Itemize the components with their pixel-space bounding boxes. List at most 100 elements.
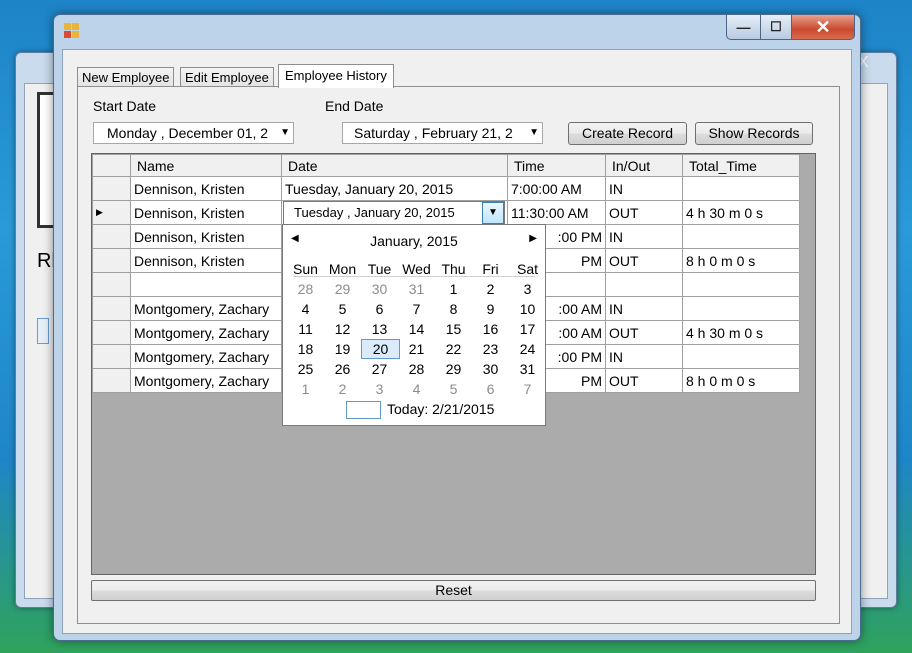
cell-name[interactable]: Dennison, Kristen	[130, 200, 282, 225]
calendar-day[interactable]: 12	[324, 319, 361, 339]
today-marker-icon[interactable]	[346, 401, 381, 419]
background-button[interactable]	[37, 318, 49, 344]
column-header-date[interactable]: Date	[281, 154, 508, 177]
cell-name[interactable]: Montgomery, Zachary	[130, 344, 282, 369]
calendar-dropdown[interactable]: ◀ January, 2015 ▶ Sun Mon Tue Wed Thu Fri Sat …	[282, 224, 546, 426]
row-header[interactable]	[92, 248, 131, 273]
create-record-button[interactable]: Create Record	[568, 122, 687, 145]
next-month-icon[interactable]: ▶	[529, 233, 537, 244]
show-records-button[interactable]: Show Records	[695, 122, 813, 145]
cell-date[interactable]: Tuesday, January 20, 2015	[281, 176, 508, 201]
cell-total-time[interactable]	[682, 344, 800, 369]
calendar-day[interactable]: 25	[287, 359, 324, 379]
date-cell-editor[interactable]: Tuesday , January 20, 2015 ▼	[283, 201, 505, 225]
cell-inout[interactable]	[605, 272, 683, 297]
cell-inout[interactable]: IN	[605, 296, 683, 321]
calendar-day[interactable]: 6	[361, 299, 398, 319]
calendar-day[interactable]: 31	[509, 359, 546, 379]
cell-total-time[interactable]	[682, 272, 800, 297]
calendar-day[interactable]: 9	[472, 299, 509, 319]
calendar-day[interactable]: 3	[361, 379, 398, 399]
calendar-day[interactable]: 23	[472, 339, 509, 359]
calendar-day[interactable]: 21	[398, 339, 435, 359]
row-header[interactable]	[92, 344, 131, 369]
cell-total-time[interactable]	[682, 224, 800, 249]
calendar-day[interactable]: 13	[361, 319, 398, 339]
row-header[interactable]	[92, 272, 131, 297]
maximize-button[interactable]: ☐	[760, 15, 792, 40]
calendar-day[interactable]: 1	[435, 279, 472, 299]
cell-time[interactable]: 7:00:00 AM	[507, 176, 606, 201]
cell-name[interactable]: Dennison, Kristen	[130, 224, 282, 249]
calendar-day[interactable]: 4	[287, 299, 324, 319]
current-row-indicator-icon[interactable]: ▶	[92, 200, 131, 225]
row-header[interactable]	[92, 176, 131, 201]
calendar-day[interactable]: 29	[324, 279, 361, 299]
column-header-total-time[interactable]: Total_Time	[682, 154, 800, 177]
close-button[interactable]: ✕	[791, 15, 855, 40]
cell-inout[interactable]: IN	[605, 176, 683, 201]
calendar-day[interactable]: 5	[435, 379, 472, 399]
start-date-picker[interactable]: Monday , December 01, 2 ▼	[93, 122, 294, 144]
cell-name[interactable]: Dennison, Kristen	[130, 248, 282, 273]
cell-name[interactable]: Montgomery, Zachary	[130, 296, 282, 321]
cell-name[interactable]: Montgomery, Zachary	[130, 368, 282, 393]
calendar-day[interactable]: 1	[287, 379, 324, 399]
cell-name[interactable]: Dennison, Kristen	[130, 176, 282, 201]
cell-inout[interactable]: OUT	[605, 320, 683, 345]
cell-inout[interactable]: OUT	[605, 368, 683, 393]
calendar-day[interactable]: 27	[361, 359, 398, 379]
calendar-day[interactable]: 11	[287, 319, 324, 339]
cell-name[interactable]: Montgomery, Zachary	[130, 320, 282, 345]
calendar-day[interactable]: 15	[435, 319, 472, 339]
cell-time[interactable]: 11:30:00 AM	[507, 200, 606, 225]
table-row[interactable]: Dennison, Kristen Tuesday, January 20, 2…	[92, 176, 800, 201]
tab-edit-employee[interactable]: Edit Employee	[180, 67, 274, 87]
chevron-down-icon[interactable]: ▼	[482, 202, 504, 224]
calendar-day[interactable]: 29	[435, 359, 472, 379]
calendar-day[interactable]: 30	[472, 359, 509, 379]
calendar-day[interactable]: 30	[361, 279, 398, 299]
calendar-day[interactable]: 2	[472, 279, 509, 299]
end-date-picker[interactable]: Saturday , February 21, 2 ▼	[342, 122, 543, 144]
calendar-day[interactable]: 10	[509, 299, 546, 319]
cell-name[interactable]	[130, 272, 282, 297]
reset-button[interactable]: Reset	[91, 580, 816, 601]
calendar-day[interactable]: 7	[398, 299, 435, 319]
calendar-month-title[interactable]: January, 2015	[283, 233, 545, 249]
column-header-time[interactable]: Time	[507, 154, 606, 177]
calendar-day[interactable]: 17	[509, 319, 546, 339]
cell-total-time[interactable]	[682, 176, 800, 201]
cell-inout[interactable]: IN	[605, 344, 683, 369]
tab-employee-history[interactable]: Employee History	[278, 64, 394, 88]
chevron-down-icon[interactable]: ▼	[529, 123, 539, 143]
calendar-day[interactable]: 2	[324, 379, 361, 399]
cell-inout[interactable]: IN	[605, 224, 683, 249]
today-link[interactable]: Today: 2/21/2015	[387, 401, 494, 417]
calendar-day[interactable]: 7	[509, 379, 546, 399]
cell-total-time[interactable]: 8 h 0 m 0 s	[682, 368, 800, 393]
row-header[interactable]	[92, 296, 131, 321]
chevron-down-icon[interactable]: ▼	[280, 123, 290, 143]
calendar-day[interactable]: 31	[398, 279, 435, 299]
cell-total-time[interactable]: 4 h 30 m 0 s	[682, 200, 800, 225]
calendar-day[interactable]: 28	[287, 279, 324, 299]
calendar-day[interactable]: 26	[324, 359, 361, 379]
calendar-day[interactable]: 6	[472, 379, 509, 399]
cell-total-time[interactable]: 8 h 0 m 0 s	[682, 248, 800, 273]
calendar-day[interactable]: 4	[398, 379, 435, 399]
calendar-day[interactable]: 22	[435, 339, 472, 359]
row-header[interactable]	[92, 320, 131, 345]
history-grid[interactable]: Name Date Time In/Out Total_Time Denniso…	[91, 153, 816, 575]
calendar-day[interactable]: 20	[361, 339, 400, 359]
cell-inout[interactable]: OUT	[605, 248, 683, 273]
calendar-day[interactable]: 14	[398, 319, 435, 339]
column-header-name[interactable]: Name	[130, 154, 282, 177]
cell-inout[interactable]: OUT	[605, 200, 683, 225]
row-header[interactable]	[92, 368, 131, 393]
cell-total-time[interactable]: 4 h 30 m 0 s	[682, 320, 800, 345]
column-header-inout[interactable]: In/Out	[605, 154, 683, 177]
calendar-day[interactable]: 16	[472, 319, 509, 339]
calendar-day[interactable]: 19	[324, 339, 361, 359]
calendar-day[interactable]: 5	[324, 299, 361, 319]
